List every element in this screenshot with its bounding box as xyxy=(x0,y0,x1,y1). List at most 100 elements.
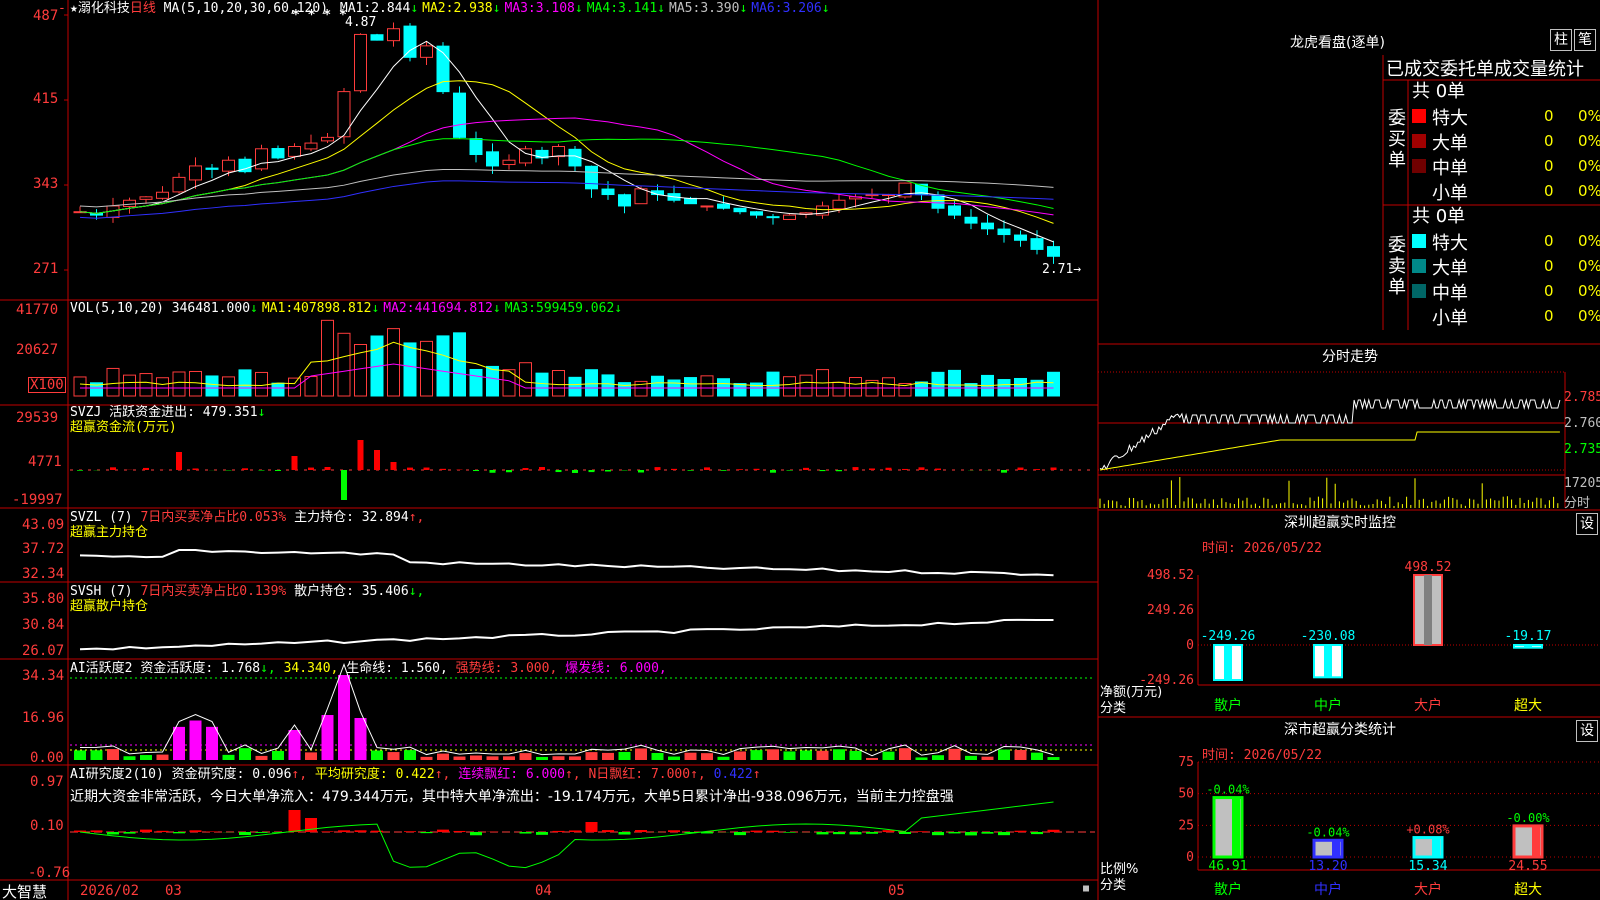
activity-bar xyxy=(470,755,482,760)
price-axis-tick: 343 xyxy=(33,176,59,192)
classify-axis-sub: 分类 xyxy=(1100,878,1127,893)
order-type: 小单 xyxy=(1432,183,1468,204)
order-type: 大单 xyxy=(1432,133,1468,154)
activity-bar xyxy=(140,755,152,760)
order-count: 0 xyxy=(1544,307,1554,325)
candle-body xyxy=(502,159,516,166)
volume-bar xyxy=(1014,377,1027,397)
sell-side-label: 委卖单 xyxy=(1388,235,1406,298)
svsh-title[interactable]: SVSH (7) xyxy=(70,584,133,599)
monitor-category-label: 大户 xyxy=(1414,697,1442,714)
research-bar xyxy=(750,830,763,832)
activity-bar xyxy=(387,752,400,760)
svsh-hold-value: 35.406 xyxy=(361,584,409,599)
volume-bar xyxy=(568,376,582,397)
activity-bar xyxy=(371,750,383,760)
svsh-axis-tick: 35.80 xyxy=(22,591,65,607)
ai2-last-arrow: ↑ xyxy=(752,767,761,782)
svsh-header: SVSH (7) 7日内买卖净占比0.139% 散户持仓: 35.406↓, xyxy=(70,584,424,599)
classify-category-label: 中户 xyxy=(1314,881,1342,898)
classify-bar-highlight xyxy=(1432,837,1440,857)
activity-bar xyxy=(552,756,565,760)
activity-bar xyxy=(618,751,631,760)
activity-bar xyxy=(321,715,334,760)
capital-flow-bar xyxy=(77,470,83,471)
buy-orders-table: 共 0单 特大 0 0% 大单 0 0% 中单 0 0% 小单 0 0% xyxy=(1384,80,1600,204)
candle-body xyxy=(931,194,945,209)
classify-settings-button[interactable]: 设 xyxy=(1576,720,1598,742)
volume-bar xyxy=(436,335,450,397)
research-line xyxy=(79,801,1054,869)
activity-bar xyxy=(453,756,466,760)
capital-flow-bar xyxy=(357,440,364,470)
candle-body xyxy=(123,199,136,207)
classify-value-label: 15.34 xyxy=(1408,859,1447,874)
activity-bar xyxy=(882,751,895,760)
order-total: 共 0单 xyxy=(1412,81,1466,102)
order-color-swatch xyxy=(1412,284,1426,298)
order-row: 特大 0 0% xyxy=(1384,229,1600,254)
capital-flow-bar xyxy=(473,470,479,472)
svzj-subtitle: 超赢资金流(万元) xyxy=(70,420,177,435)
stock-name[interactable]: ★溺化科技 xyxy=(70,1,130,16)
period-label[interactable]: 日线 xyxy=(130,1,156,16)
research-bar xyxy=(156,830,169,832)
volume-bar xyxy=(271,382,285,397)
candle-body xyxy=(783,214,796,220)
vol-arrow: ↓ xyxy=(250,301,258,316)
classify-change-label: -0.04% xyxy=(1306,825,1350,839)
ai1-axis-tick: 16.96 xyxy=(22,710,65,726)
capital-flow-bar xyxy=(258,470,265,471)
svzl-title[interactable]: SVZL (7) xyxy=(70,510,133,525)
lock-icon[interactable]: ■ xyxy=(1083,883,1089,894)
ai1-burst-value: 6.000, xyxy=(619,661,667,676)
research-bar xyxy=(206,831,218,832)
vol-unit-button[interactable]: X100 xyxy=(28,377,66,393)
volume-bar xyxy=(106,367,120,397)
research-bar xyxy=(140,829,152,832)
ai1-title[interactable]: AI活跃度2 xyxy=(70,661,132,676)
classify-bar-highlight xyxy=(1532,825,1540,857)
activity-bar xyxy=(783,751,796,760)
order-type: 特大 xyxy=(1432,233,1468,254)
capital-flow-bar xyxy=(819,470,826,472)
vol-title[interactable]: VOL(5,10,20) xyxy=(70,301,164,316)
monitor-value-label: -249.26 xyxy=(1201,629,1256,644)
ai2-title[interactable]: AI研究度2(10) xyxy=(70,767,164,782)
volume-bar xyxy=(552,369,565,397)
activity-bar xyxy=(948,748,961,760)
research-bar xyxy=(915,831,928,832)
column-view-button[interactable]: 柱 xyxy=(1550,29,1572,51)
candle-body xyxy=(354,33,367,92)
tick-view-button[interactable]: 笔 xyxy=(1574,29,1596,51)
monitor-y-tick: 498.52 xyxy=(1147,568,1194,583)
order-row: 中单 0 0% xyxy=(1384,154,1600,179)
activity-bar xyxy=(156,754,169,760)
volume-bar xyxy=(123,374,136,397)
activity-bar xyxy=(965,755,977,760)
capital-flow-bar xyxy=(737,469,743,470)
volume-bar xyxy=(222,376,235,397)
capital-flow-bar xyxy=(440,468,446,470)
monitor-axis-sub: 分类 xyxy=(1100,701,1127,716)
ai2-axis-tick: -0.76 xyxy=(28,865,71,881)
capital-flow-bar xyxy=(506,470,512,473)
capital-flow-bar xyxy=(786,470,793,471)
research-bar xyxy=(899,832,911,834)
ma-indicator: MA2:2.938↓ xyxy=(422,1,501,16)
price-axis-tick: 415 xyxy=(33,91,59,107)
volume-bar xyxy=(717,378,730,397)
candle-body xyxy=(403,25,417,58)
research-bar xyxy=(321,831,334,832)
activity-bar xyxy=(222,754,235,760)
candle-body xyxy=(964,216,978,224)
activity-bar xyxy=(420,756,433,760)
monitor-category-label: 超大 xyxy=(1514,698,1542,714)
volume-bar xyxy=(205,375,219,397)
activity-bar xyxy=(932,755,944,760)
candle-body xyxy=(733,207,747,213)
activity-bar xyxy=(849,750,862,760)
monitor-settings-button[interactable]: 设 xyxy=(1576,513,1598,535)
svzj-title[interactable]: SVZJ xyxy=(70,405,101,420)
activity-bar xyxy=(239,748,251,760)
